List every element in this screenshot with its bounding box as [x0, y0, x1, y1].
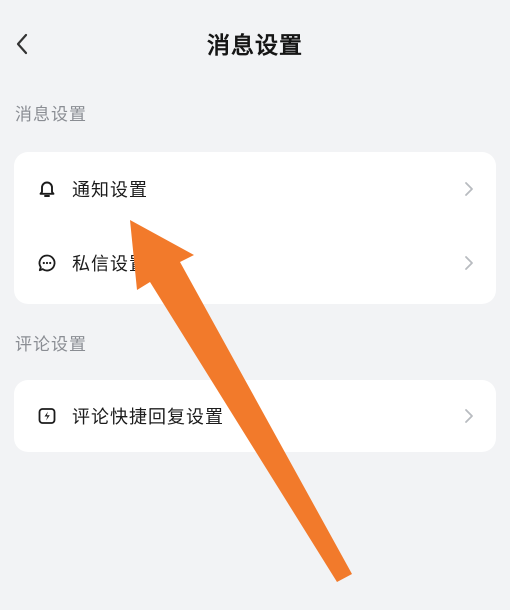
chevron-right-icon — [462, 253, 476, 273]
chevron-right-icon — [462, 406, 476, 426]
lightning-icon — [36, 405, 58, 427]
list-item-notification-settings[interactable]: 通知设置 — [14, 152, 496, 226]
list-item-private-message-settings[interactable]: 私信设置 — [14, 226, 496, 300]
comment-settings-card: 评论快捷回复设置 — [14, 380, 496, 452]
bell-icon — [36, 178, 58, 200]
annotation-arrow — [130, 220, 352, 582]
list-item-label: 通知设置 — [72, 180, 148, 201]
chevron-right-icon — [462, 179, 476, 199]
section-label-comment: 评论设置 — [15, 335, 87, 355]
list-item-label: 私信设置 — [72, 254, 148, 275]
message-settings-card: 通知设置 私信设置 — [14, 152, 496, 304]
list-item-label: 评论快捷回复设置 — [72, 407, 224, 428]
message-bubble-icon — [36, 252, 58, 274]
list-item-comment-quick-reply[interactable]: 评论快捷回复设置 — [14, 380, 496, 452]
header-bar: 消息设置 — [0, 0, 510, 90]
page-title: 消息设置 — [207, 33, 303, 59]
section-label-message: 消息设置 — [15, 105, 87, 125]
